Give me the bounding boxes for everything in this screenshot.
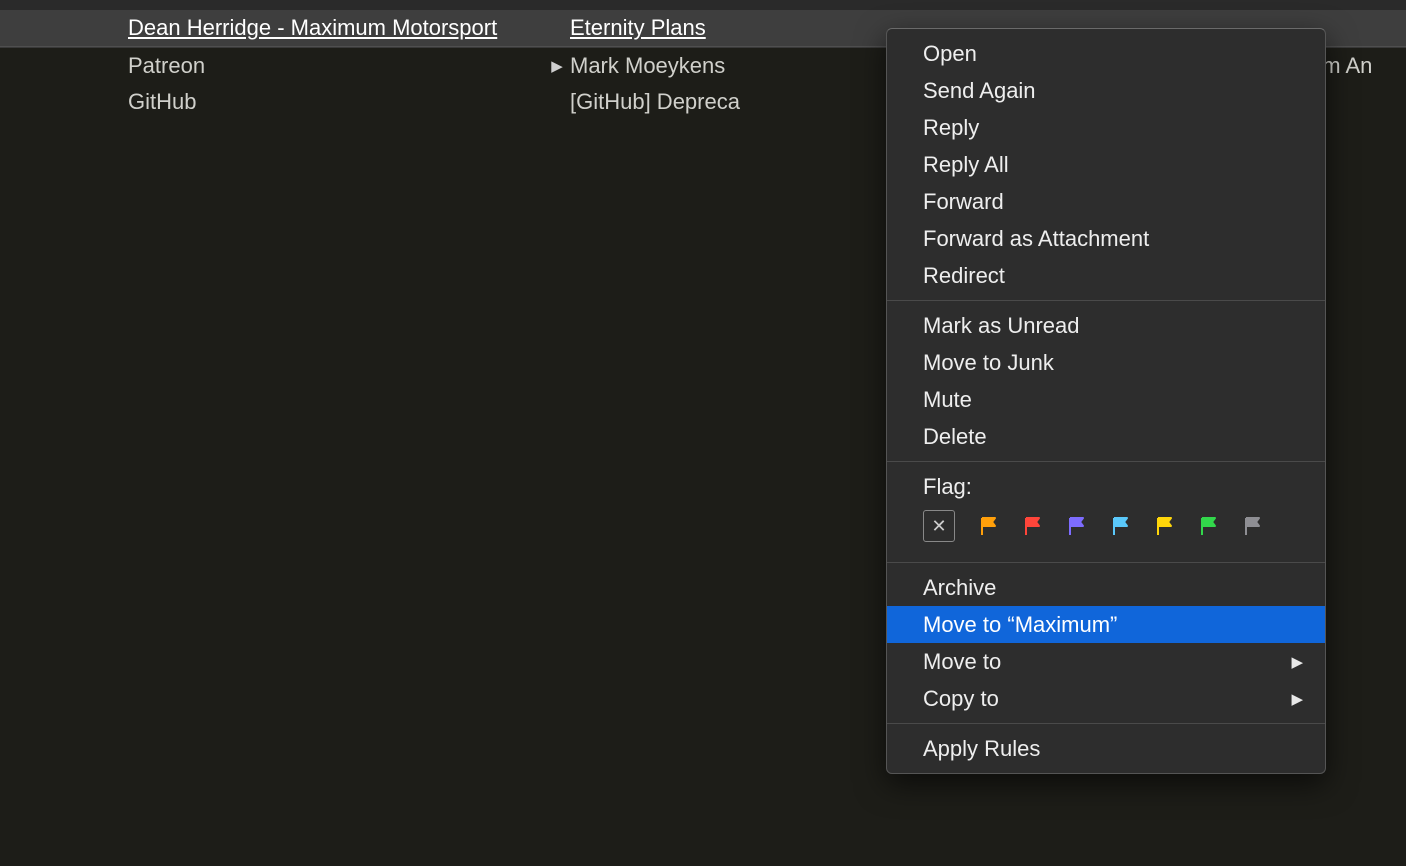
menu-copy-to[interactable]: Copy to ▶ — [887, 680, 1325, 717]
menu-label: Mark as Unread — [923, 313, 1080, 339]
menu-archive[interactable]: Archive — [887, 569, 1325, 606]
menu-send-again[interactable]: Send Again — [887, 72, 1325, 109]
menu-redirect[interactable]: Redirect — [887, 257, 1325, 294]
menu-forward-as-attachment[interactable]: Forward as Attachment — [887, 220, 1325, 257]
flag-clear-button[interactable]: ✕ — [923, 510, 955, 542]
message-subject: Eternity Plans — [570, 15, 706, 41]
close-icon: ✕ — [931, 517, 946, 535]
context-menu: Open Send Again Reply Reply All Forward … — [886, 28, 1326, 774]
menu-separator — [887, 723, 1325, 724]
menu-open[interactable]: Open — [887, 35, 1325, 72]
flag-label: Flag: — [923, 474, 1303, 500]
menu-label: Move to “Maximum” — [923, 612, 1117, 638]
menu-reply-all[interactable]: Reply All — [887, 146, 1325, 183]
message-subject: [GitHub] Depreca — [570, 89, 740, 115]
flag-section: Flag: ✕ — [887, 468, 1325, 556]
menu-forward[interactable]: Forward — [887, 183, 1325, 220]
menu-label: Forward — [923, 189, 1004, 215]
flag-green-icon[interactable] — [1199, 516, 1219, 536]
menu-separator — [887, 300, 1325, 301]
message-sender: GitHub — [0, 89, 550, 115]
submenu-arrow-icon: ▶ — [1291, 653, 1303, 671]
message-sender: Patreon — [0, 53, 550, 79]
message-subject: Mark Moeykens — [570, 53, 725, 79]
menu-move-to-maximum[interactable]: Move to “Maximum” — [887, 606, 1325, 643]
menu-label: Archive — [923, 575, 996, 601]
menu-label: Reply All — [923, 152, 1009, 178]
submenu-arrow-icon: ▶ — [1291, 690, 1303, 708]
flag-row: ✕ — [923, 510, 1303, 542]
menu-reply[interactable]: Reply — [887, 109, 1325, 146]
menu-separator — [887, 562, 1325, 563]
thread-chevron-icon[interactable]: ▶ — [550, 57, 564, 75]
flag-red-icon[interactable] — [1023, 516, 1043, 536]
menu-move-to[interactable]: Move to ▶ — [887, 643, 1325, 680]
flag-blue-icon[interactable] — [1111, 516, 1131, 536]
menu-label: Move to Junk — [923, 350, 1054, 376]
menu-delete[interactable]: Delete — [887, 418, 1325, 455]
menu-label: Open — [923, 41, 977, 67]
menu-label: Reply — [923, 115, 979, 141]
flag-purple-icon[interactable] — [1067, 516, 1087, 536]
flag-yellow-icon[interactable] — [1155, 516, 1175, 536]
menu-mute[interactable]: Mute — [887, 381, 1325, 418]
menu-apply-rules[interactable]: Apply Rules — [887, 730, 1325, 767]
menu-label: Copy to — [923, 686, 999, 712]
menu-label: Send Again — [923, 78, 1036, 104]
menu-label: Delete — [923, 424, 987, 450]
menu-label: Move to — [923, 649, 1001, 675]
menu-separator — [887, 461, 1325, 462]
flag-gray-icon[interactable] — [1243, 516, 1263, 536]
menu-label: Apply Rules — [923, 736, 1040, 762]
menu-label: Forward as Attachment — [923, 226, 1149, 252]
menu-label: Mute — [923, 387, 972, 413]
flag-orange-icon[interactable] — [979, 516, 999, 536]
menu-move-to-junk[interactable]: Move to Junk — [887, 344, 1325, 381]
menu-label: Redirect — [923, 263, 1005, 289]
message-sender: Dean Herridge - Maximum Motorsport — [0, 15, 550, 41]
menu-mark-as-unread[interactable]: Mark as Unread — [887, 307, 1325, 344]
